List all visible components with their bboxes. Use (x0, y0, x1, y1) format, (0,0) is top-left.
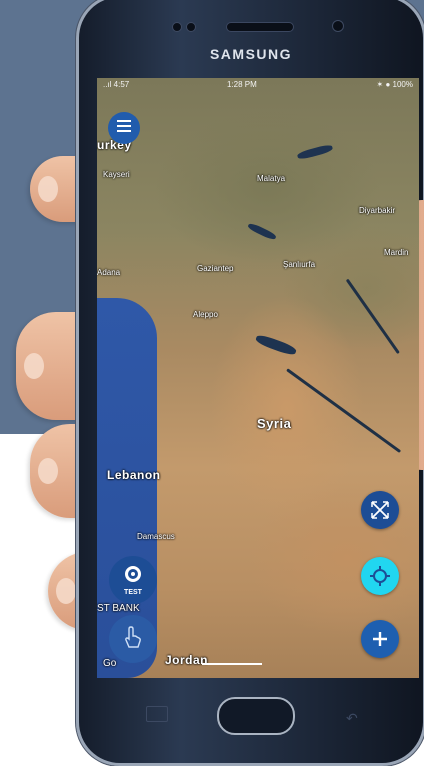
hamburger-menu-icon (117, 119, 131, 137)
battery-status: ✶ ● 100% (376, 80, 413, 89)
plus-icon (371, 630, 389, 648)
touch-hand-icon (123, 625, 143, 654)
device-brand: SAMSUNG (209, 46, 293, 62)
lake-east (246, 221, 278, 242)
recent-apps-key[interactable] (146, 706, 168, 722)
euphrates-river (286, 368, 402, 454)
back-key[interactable]: ↶ (346, 710, 358, 727)
map-scale-bar (202, 663, 262, 665)
map-label-sanliurfa: Şanlıurfa (283, 260, 316, 269)
tigris-river (345, 278, 400, 355)
reservoir (254, 333, 298, 357)
home-button[interactable] (217, 697, 295, 735)
google-attribution: Go (103, 658, 117, 669)
map-label-syria: Syria (257, 416, 292, 431)
locate-button[interactable] (361, 557, 399, 595)
status-bar: ..ıl 4:57 1:28 PM ✶ ● 100% (97, 78, 419, 92)
front-camera-right (332, 20, 344, 32)
sensor (186, 22, 196, 32)
target-badge-icon (124, 565, 142, 588)
map-label-damascus: Damascus (137, 532, 175, 541)
map-label-gaziantep: Gaziantep (197, 264, 234, 273)
earpiece-speaker (226, 22, 294, 32)
touch-mode-button[interactable] (109, 615, 157, 663)
compass-arrows-icon (369, 499, 391, 521)
map-label-aleppo: Aleppo (193, 310, 218, 319)
menu-button[interactable] (108, 112, 140, 144)
map-label-kayseri: Kayseri (103, 170, 130, 179)
lake-north (296, 143, 334, 161)
test-button[interactable]: TEST (109, 556, 157, 604)
add-button[interactable] (361, 620, 399, 658)
signal-time: ..ıl 4:57 (103, 80, 130, 89)
compass-button[interactable] (361, 491, 399, 529)
status-time: 1:28 PM (227, 80, 257, 89)
map-label-adana: Adana (97, 268, 121, 277)
test-button-label: TEST (124, 588, 142, 596)
map-label-mardin: Mardin (384, 248, 409, 257)
map-label-west-bank: ST BANK (97, 603, 140, 614)
crosshair-locate-icon (369, 565, 391, 587)
front-camera (172, 22, 182, 32)
map-label-lebanon: Lebanon (107, 468, 161, 482)
map-label-diyarbakir: Diyarbakir (359, 206, 396, 215)
map-label-malatya: Malatya (257, 174, 286, 183)
